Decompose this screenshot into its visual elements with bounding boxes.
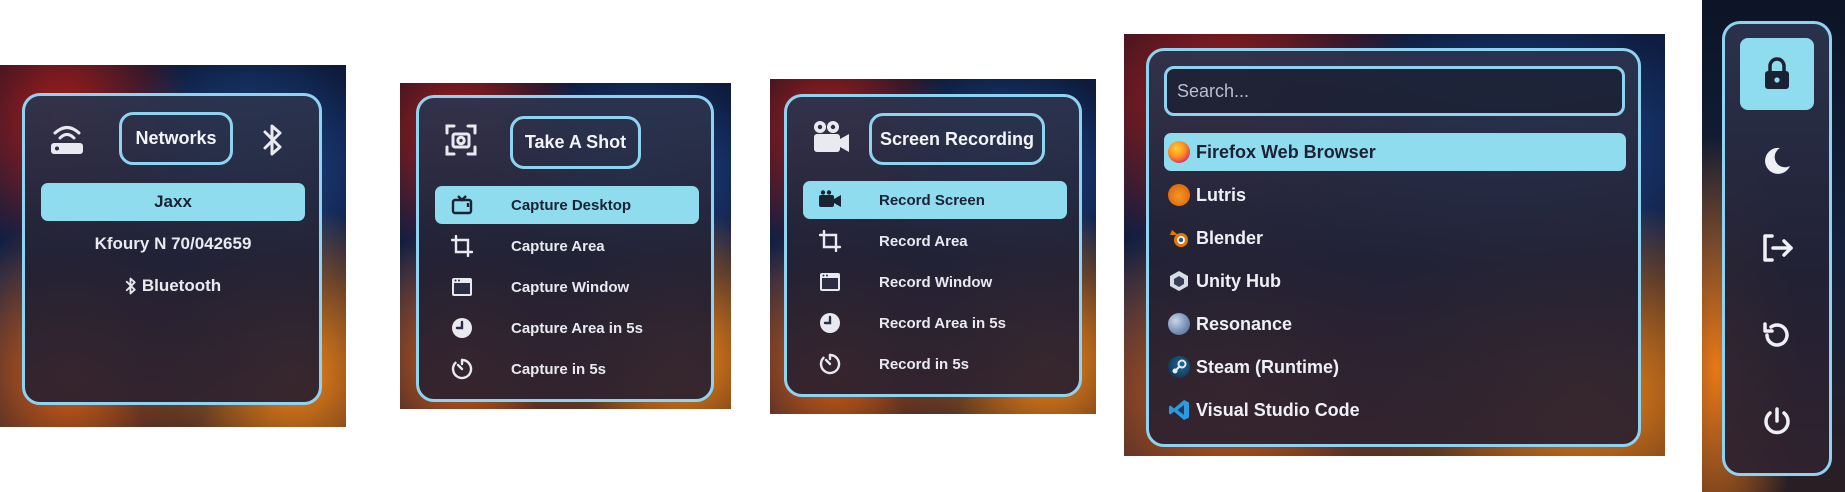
screenshot-menu-title: Take A Shot bbox=[510, 116, 641, 169]
app-item-label: Visual Studio Code bbox=[1196, 399, 1360, 420]
menu-item-capture-5s[interactable]: Capture in 5s bbox=[435, 350, 699, 388]
window-icon bbox=[817, 269, 843, 295]
menu-item-label: Record Area bbox=[879, 232, 968, 250]
network-menu: Networks Jaxx Kfoury N 70/042659 Bluetoo… bbox=[22, 93, 322, 405]
menu-item-label: Capture Desktop bbox=[511, 196, 632, 214]
sleep-button[interactable] bbox=[1740, 125, 1814, 197]
vscode-icon bbox=[1168, 399, 1190, 421]
app-item-label: Unity Hub bbox=[1196, 270, 1281, 291]
menu-item-label: Capture in 5s bbox=[511, 360, 607, 378]
restart-icon bbox=[1761, 319, 1793, 351]
menu-item-label: Capture Area in 5s bbox=[511, 319, 643, 337]
resonance-icon bbox=[1168, 313, 1190, 335]
crop-icon bbox=[817, 228, 843, 254]
menu-item-capture-window[interactable]: Capture Window bbox=[435, 268, 699, 306]
menu-item-label: Record Area in 5s bbox=[879, 314, 1006, 332]
menu-item-record-window[interactable]: Record Window bbox=[803, 263, 1067, 301]
menu-item-record-area-5s[interactable]: Record Area in 5s bbox=[803, 304, 1067, 342]
app-item-label: Firefox Web Browser bbox=[1196, 141, 1376, 162]
lutris-icon bbox=[1168, 184, 1190, 206]
clock-icon bbox=[817, 310, 843, 336]
moon-icon bbox=[1762, 146, 1792, 176]
network-item-label: Bluetooth bbox=[141, 276, 222, 295]
network-item-jaxx[interactable]: Jaxx bbox=[41, 183, 305, 221]
menu-item-label: Record in 5s bbox=[879, 355, 970, 373]
menu-item-record-area[interactable]: Record Area bbox=[803, 222, 1067, 260]
window-icon bbox=[449, 274, 475, 300]
app-item-lutris[interactable]: Lutris bbox=[1164, 176, 1626, 214]
blender-icon bbox=[1168, 227, 1190, 249]
timer-icon bbox=[449, 356, 475, 382]
logout-icon bbox=[1760, 233, 1794, 263]
timer-icon bbox=[817, 351, 843, 377]
power-icon bbox=[1761, 406, 1793, 438]
app-item-blender[interactable]: Blender bbox=[1164, 219, 1626, 257]
tv-icon bbox=[449, 192, 475, 218]
menu-item-capture-area-5s[interactable]: Capture Area in 5s bbox=[435, 309, 699, 347]
shutdown-button[interactable] bbox=[1740, 386, 1814, 458]
menu-item-record-screen[interactable]: Record Screen bbox=[803, 181, 1067, 219]
menu-item-capture-desktop[interactable]: Capture Desktop bbox=[435, 186, 699, 224]
app-item-label: Blender bbox=[1196, 227, 1264, 248]
search-placeholder: Search... bbox=[1177, 80, 1250, 101]
menu-item-label: Record Window bbox=[879, 273, 993, 291]
network-item-bluetooth[interactable]: Bluetooth bbox=[41, 267, 305, 305]
menu-item-label: Capture Area bbox=[511, 237, 605, 255]
steam-icon bbox=[1168, 356, 1190, 378]
app-item-label: Lutris bbox=[1196, 184, 1247, 205]
app-item-label: Steam (Runtime) bbox=[1196, 356, 1340, 377]
video-icon bbox=[817, 187, 843, 213]
app-item-resonance[interactable]: Resonance bbox=[1164, 305, 1626, 343]
menu-item-record-5s[interactable]: Record in 5s bbox=[803, 345, 1067, 383]
lock-button[interactable] bbox=[1740, 38, 1814, 110]
crop-icon bbox=[449, 233, 475, 259]
network-item-label: Jaxx bbox=[154, 192, 192, 211]
video-camera-icon bbox=[811, 117, 851, 157]
menu-item-label: Capture Window bbox=[511, 278, 630, 296]
router-icon[interactable] bbox=[47, 120, 87, 160]
power-menu bbox=[1722, 21, 1832, 476]
network-item-kfoury[interactable]: Kfoury N 70/042659 bbox=[41, 225, 305, 263]
screenshot-icon bbox=[443, 122, 479, 158]
recording-menu-title: Screen Recording bbox=[869, 113, 1045, 165]
screenshot-menu: Take A Shot Capture Desktop Capture Area… bbox=[416, 95, 714, 402]
firefox-icon bbox=[1168, 141, 1190, 163]
recording-menu: Screen Recording Record Screen Record Ar… bbox=[784, 94, 1082, 397]
bluetooth-icon[interactable] bbox=[253, 120, 293, 160]
app-item-steam[interactable]: Steam (Runtime) bbox=[1164, 348, 1626, 386]
network-menu-title: Networks bbox=[119, 112, 233, 165]
app-item-label: Resonance bbox=[1196, 313, 1293, 334]
bluetooth-small-icon bbox=[125, 277, 137, 295]
unity-icon bbox=[1168, 270, 1190, 292]
lock-icon bbox=[1762, 57, 1792, 91]
search-input[interactable]: Search... bbox=[1164, 66, 1625, 116]
network-item-label: Kfoury N 70/042659 bbox=[94, 234, 252, 253]
app-item-firefox[interactable]: Firefox Web Browser bbox=[1164, 133, 1626, 171]
app-item-unity-hub[interactable]: Unity Hub bbox=[1164, 262, 1626, 300]
restart-button[interactable] bbox=[1740, 299, 1814, 371]
menu-item-capture-area[interactable]: Capture Area bbox=[435, 227, 699, 265]
logout-button[interactable] bbox=[1740, 212, 1814, 284]
menu-item-label: Record Screen bbox=[879, 191, 985, 209]
app-item-vscode[interactable]: Visual Studio Code bbox=[1164, 391, 1626, 429]
app-launcher: Search... Firefox Web Browser Lutris Ble… bbox=[1146, 48, 1641, 447]
clock-icon bbox=[449, 315, 475, 341]
